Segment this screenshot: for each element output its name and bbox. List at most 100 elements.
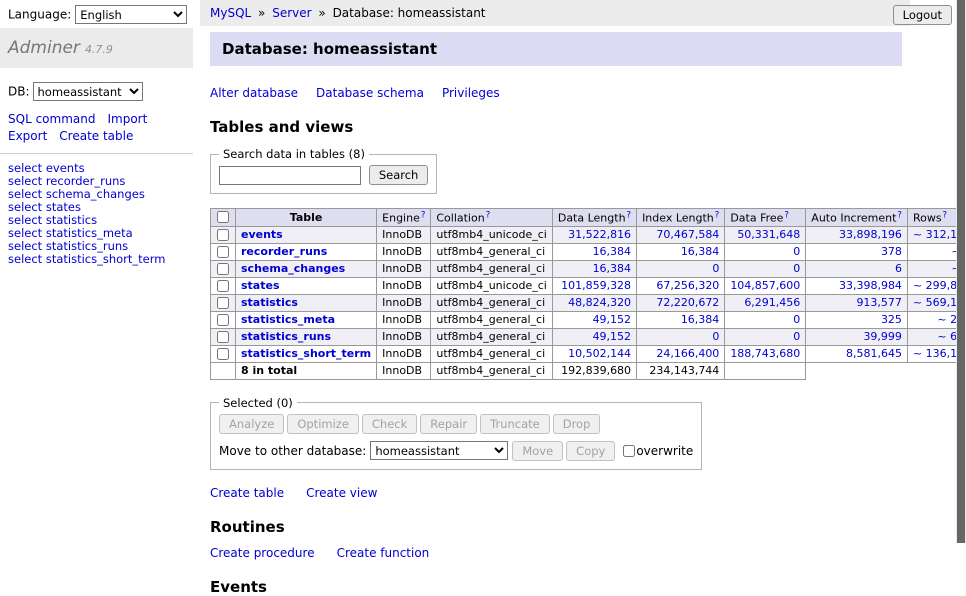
auto-increment-link[interactable]: 8,581,645: [846, 347, 902, 360]
auto-increment-link[interactable]: 33,398,984: [839, 279, 902, 292]
auto-increment-link[interactable]: 33,898,196: [839, 228, 902, 241]
table-name-link[interactable]: schema_changes: [241, 262, 345, 275]
sql-command-link[interactable]: SQL command: [8, 112, 95, 126]
create-table-link[interactable]: Create table: [210, 486, 284, 500]
db-links: Alter database Database schema Privileges: [210, 86, 910, 100]
row-checkbox[interactable]: [217, 263, 229, 275]
data-free-link[interactable]: 6,291,456: [744, 296, 800, 309]
vertical-scrollbar[interactable]: [956, 0, 966, 543]
auto-increment-link[interactable]: 378: [881, 245, 902, 258]
data-length-link[interactable]: 48,824,320: [568, 296, 631, 309]
data-free-link[interactable]: 0: [793, 245, 800, 258]
data-free-link[interactable]: 0: [793, 262, 800, 275]
auto-increment-link[interactable]: 325: [881, 313, 902, 326]
table-name-link[interactable]: statistics_runs: [241, 330, 331, 343]
selected-buttons: AnalyzeOptimizeCheckRepairTruncateDrop: [219, 414, 693, 434]
create-function-link[interactable]: Create function: [337, 546, 430, 560]
table-name-link[interactable]: states: [241, 279, 280, 292]
table-name-link[interactable]: statistics: [241, 296, 298, 309]
column-header-index-length: Index Length?: [637, 209, 725, 227]
data-free-link[interactable]: 0: [793, 313, 800, 326]
doc-help-link[interactable]: ?: [897, 212, 902, 225]
breadcrumb-server-link[interactable]: Server: [272, 6, 311, 20]
table-name-cell: recorder_runs: [236, 243, 377, 260]
data-free-link[interactable]: 0: [793, 330, 800, 343]
data-length-link[interactable]: 49,152: [593, 313, 632, 326]
table-name-link[interactable]: statistics_meta: [241, 313, 335, 326]
copy-button[interactable]: Copy: [566, 441, 615, 461]
search-button[interactable]: Search: [369, 165, 429, 185]
data-free-link[interactable]: 104,857,600: [730, 279, 800, 292]
index-length-link[interactable]: 0: [712, 330, 719, 343]
doc-help-link[interactable]: ?: [943, 212, 948, 225]
truncate-button[interactable]: Truncate: [480, 414, 550, 434]
data-free-link[interactable]: 188,743,680: [730, 347, 800, 360]
database-schema-link[interactable]: Database schema: [316, 86, 424, 100]
table-row: statistics_meta InnoDB utf8mb4_general_c…: [211, 311, 966, 328]
analyze-button[interactable]: Analyze: [219, 414, 284, 434]
collation-cell: utf8mb4_unicode_ci: [431, 277, 552, 294]
auto-increment-link[interactable]: 6: [895, 262, 902, 275]
move-database-select[interactable]: homeassistant: [370, 441, 508, 460]
table-row: schema_changes InnoDB utf8mb4_general_ci…: [211, 260, 966, 277]
auto-increment-link[interactable]: 913,577: [856, 296, 902, 309]
data-free-link[interactable]: 50,331,648: [737, 228, 800, 241]
check-button[interactable]: Check: [362, 414, 417, 434]
doc-help-link[interactable]: ?: [486, 212, 491, 225]
doc-help-link[interactable]: ?: [784, 212, 789, 225]
alter-database-link[interactable]: Alter database: [210, 86, 298, 100]
breadcrumb-mysql-link[interactable]: MySQL: [210, 6, 251, 20]
data-length-link[interactable]: 16,384: [593, 262, 632, 275]
row-checkbox[interactable]: [217, 331, 229, 343]
overwrite-option: overwrite: [622, 444, 693, 458]
index-length-link[interactable]: 72,220,672: [656, 296, 719, 309]
optimize-button[interactable]: Optimize: [287, 414, 359, 434]
import-link[interactable]: Import: [107, 112, 147, 126]
index-length-link[interactable]: 70,467,584: [656, 228, 719, 241]
scrollbar-thumb[interactable]: [957, 0, 965, 543]
index-length-link[interactable]: 67,256,320: [656, 279, 719, 292]
privileges-link[interactable]: Privileges: [442, 86, 500, 100]
table-name-link[interactable]: events: [241, 228, 283, 241]
data-length-link[interactable]: 16,384: [593, 245, 632, 258]
index-length-link[interactable]: 16,384: [681, 245, 720, 258]
doc-help-link[interactable]: ?: [715, 212, 720, 225]
breadcrumb-separator: »: [318, 6, 325, 20]
repair-button[interactable]: Repair: [420, 414, 477, 434]
export-link[interactable]: Export: [8, 129, 47, 143]
row-checkbox[interactable]: [217, 246, 229, 258]
row-checkbox[interactable]: [217, 229, 229, 241]
drop-button[interactable]: Drop: [553, 414, 601, 434]
row-checkbox[interactable]: [217, 297, 229, 309]
data-length-link[interactable]: 101,859,328: [561, 279, 631, 292]
select-all-checkbox[interactable]: [217, 211, 229, 223]
data-length-link[interactable]: 49,152: [593, 330, 632, 343]
table-name-cell: statistics: [236, 294, 377, 311]
index-length-link[interactable]: 16,384: [681, 313, 720, 326]
doc-help-link[interactable]: ?: [421, 212, 426, 225]
search-input[interactable]: [219, 166, 361, 185]
index-length-link[interactable]: 24,166,400: [656, 347, 719, 360]
move-button[interactable]: Move: [512, 441, 563, 461]
doc-help-link[interactable]: ?: [627, 212, 632, 225]
db-select[interactable]: homeassistant: [33, 82, 143, 101]
language-select[interactable]: English: [75, 5, 187, 24]
row-checkbox[interactable]: [217, 314, 229, 326]
row-checkbox[interactable]: [217, 280, 229, 292]
create-table-link[interactable]: Create table: [59, 129, 133, 143]
overwrite-checkbox[interactable]: [623, 445, 635, 457]
checkbox-cell: [211, 260, 236, 277]
create-view-link[interactable]: Create view: [306, 486, 377, 500]
data-length-link[interactable]: 10,502,144: [568, 347, 631, 360]
search-fieldset: Search data in tables (8) Search: [210, 147, 437, 194]
engine-cell: InnoDB: [377, 311, 431, 328]
sidebar-table-link[interactable]: select statistics_short_term: [8, 253, 185, 266]
auto-increment-link[interactable]: 39,999: [863, 330, 902, 343]
index-length-link[interactable]: 0: [712, 262, 719, 275]
data-length-link[interactable]: 31,522,816: [568, 228, 631, 241]
row-checkbox[interactable]: [217, 348, 229, 360]
table-name-link[interactable]: statistics_short_term: [241, 347, 371, 360]
create-procedure-link[interactable]: Create procedure: [210, 546, 315, 560]
table-name-link[interactable]: recorder_runs: [241, 245, 327, 258]
logout-button[interactable]: Logout: [893, 5, 952, 25]
